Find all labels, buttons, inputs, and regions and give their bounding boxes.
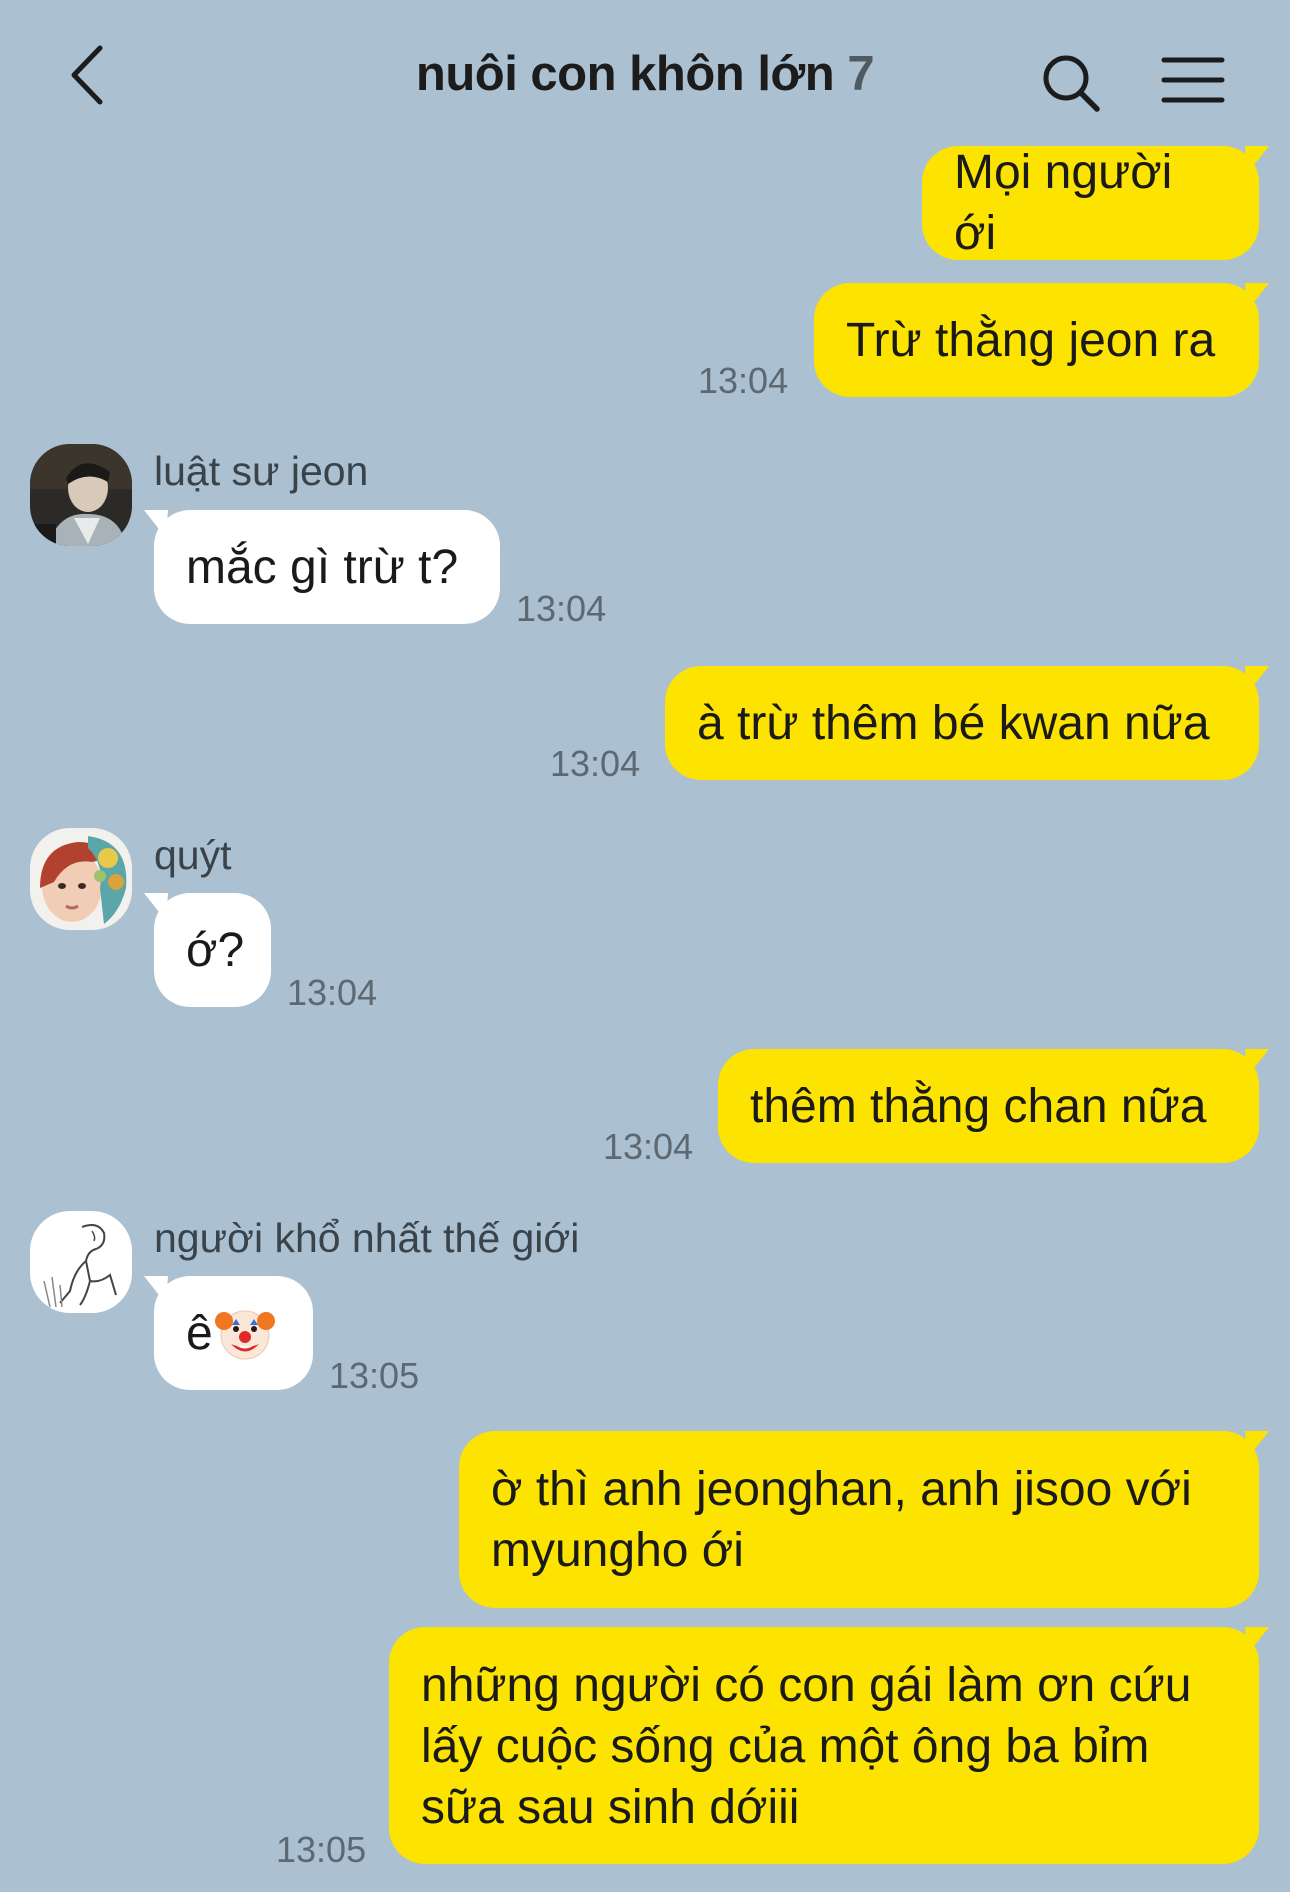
search-button[interactable] xyxy=(1040,52,1102,114)
message-line: những người có con gái làm ơn cứu xyxy=(421,1659,1192,1712)
message-text: ê xyxy=(186,1306,213,1360)
bubble-tail xyxy=(1245,146,1269,174)
avatar-photo xyxy=(30,828,132,930)
outgoing-message-bubble[interactable]: à trừ thêm bé kwan nữa xyxy=(665,666,1269,780)
message-line: sữa sau sinh dớiii xyxy=(421,1781,800,1834)
sender-name: luật sư jeon xyxy=(154,448,369,494)
bubble-tail xyxy=(1245,1431,1269,1459)
incoming-message-bubble[interactable]: mắc gì trừ t? xyxy=(144,510,500,624)
avatar-luat-su-jeon[interactable] xyxy=(30,444,132,546)
outgoing-message-bubble[interactable]: ờ thì anh jeonghan, anh jisoo với myungh… xyxy=(459,1431,1269,1608)
hamburger-menu-icon xyxy=(1161,57,1225,103)
message-text: à trừ thêm bé kwan nữa xyxy=(697,696,1210,750)
bubble-tail xyxy=(144,1276,168,1304)
avatar-nguoi-kho-nhat-the-gioi[interactable] xyxy=(30,1211,132,1313)
sender-name: người khổ nhất thế giới xyxy=(154,1215,580,1261)
message-line: lấy cuộc sống của một ông ba bỉm xyxy=(421,1720,1150,1773)
bubble-tail xyxy=(1245,1049,1269,1077)
avatar-sketch xyxy=(30,1211,132,1313)
message-timestamp: 13:04 xyxy=(287,972,378,1013)
incoming-message-bubble[interactable]: ê xyxy=(144,1276,313,1390)
message-text: mắc gì trừ t? xyxy=(186,540,459,594)
sender-name: quýt xyxy=(154,832,232,878)
bubble-tail xyxy=(1245,1627,1269,1655)
incoming-message-bubble[interactable]: ớ? xyxy=(144,893,271,1007)
menu-button[interactable] xyxy=(1160,52,1226,108)
message-timestamp: 13:05 xyxy=(276,1829,367,1870)
outgoing-message-bubble[interactable]: thêm thằng chan nữa xyxy=(718,1049,1269,1163)
message-text: Mọi người ới xyxy=(954,146,1173,260)
message-line: ờ thì anh jeonghan, anh jisoo với xyxy=(491,1463,1192,1516)
bubble-tail xyxy=(1245,283,1269,311)
member-count: 7 xyxy=(847,47,875,101)
message-timestamp: 13:04 xyxy=(516,588,607,629)
message-text: ớ? xyxy=(186,923,245,977)
message-timestamp: 13:04 xyxy=(698,360,789,401)
avatar-photo xyxy=(30,444,132,546)
outgoing-message-bubble[interactable]: Trừ thằng jeon ra xyxy=(814,283,1269,397)
chat-header: nuôi con khôn lớn 7 xyxy=(0,0,1290,150)
clown-face-icon xyxy=(214,1310,275,1360)
chat-name: nuôi con khôn lớn xyxy=(415,47,835,101)
bubble-tail xyxy=(144,510,168,538)
avatar-quyt[interactable] xyxy=(30,828,132,930)
outgoing-message-bubble[interactable]: Mọi người ới xyxy=(922,146,1269,260)
outgoing-message-bubble[interactable]: những người có con gái làm ơn cứu lấy cu… xyxy=(389,1627,1269,1864)
bubble-tail xyxy=(1245,666,1269,694)
message-timestamp: 13:04 xyxy=(550,743,641,784)
message-timestamp: 13:05 xyxy=(329,1355,420,1396)
message-text: Trừ thằng jeon ra xyxy=(846,313,1216,367)
message-text: thêm thằng chan nữa xyxy=(750,1079,1207,1133)
message-line: myungho ới xyxy=(491,1524,744,1577)
search-icon xyxy=(1043,55,1100,112)
message-timestamp: 13:04 xyxy=(603,1126,694,1167)
bubble-tail xyxy=(144,893,168,921)
